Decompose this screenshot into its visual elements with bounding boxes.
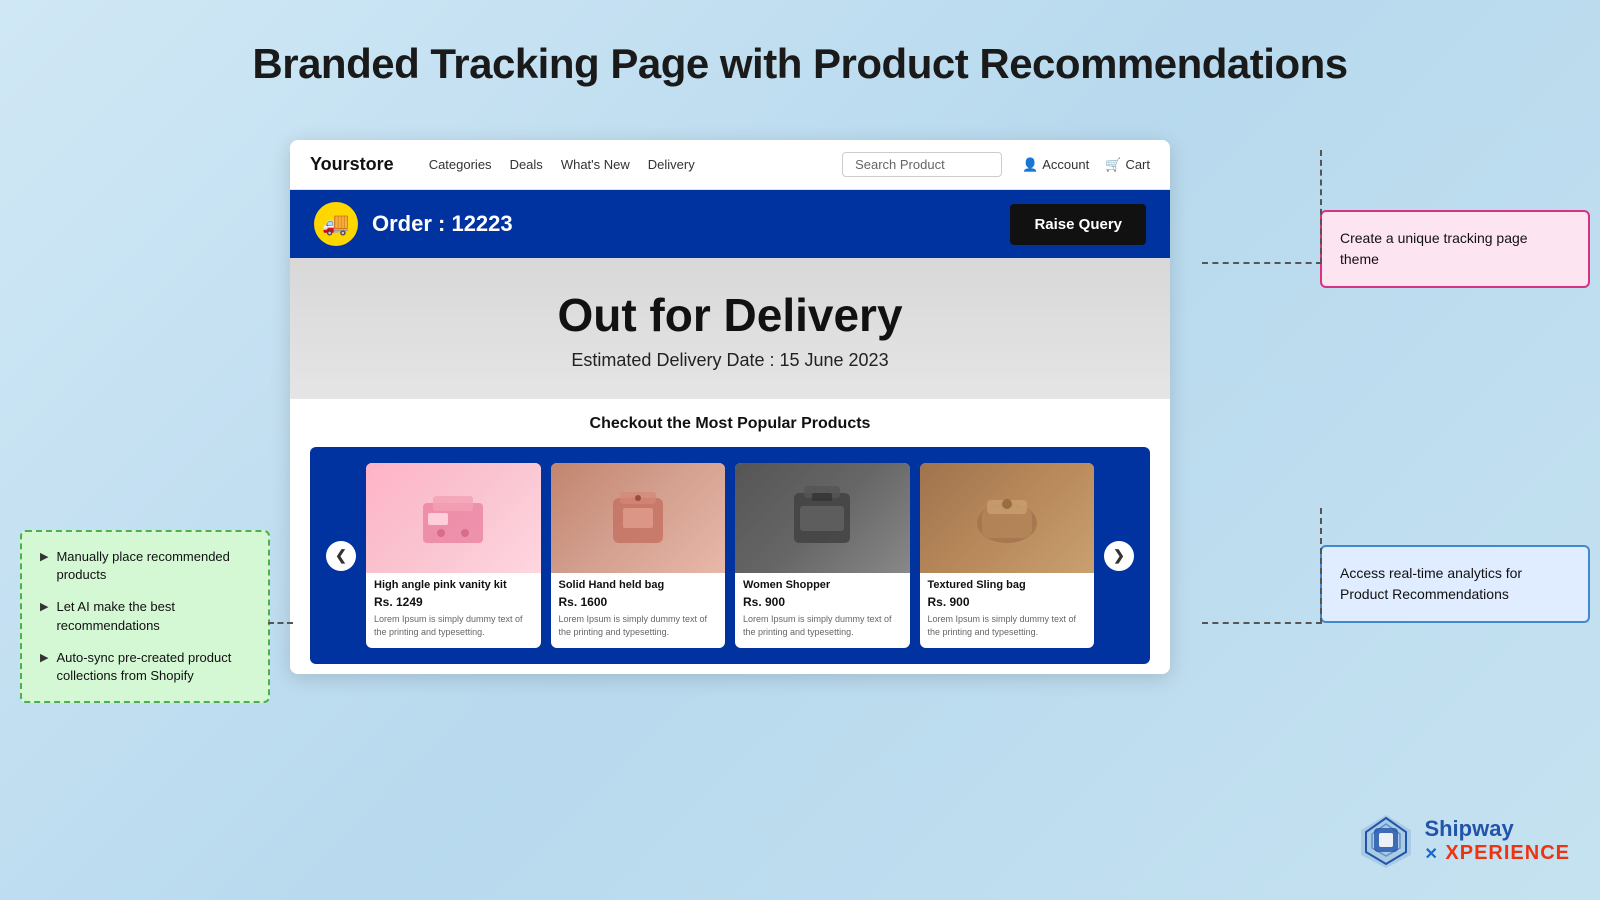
store-navbar: Yourstore Categories Deals What's New De… (290, 140, 1170, 190)
delivery-icon: 🚚 (314, 202, 358, 246)
shipway-icon (1356, 810, 1416, 870)
left-callout-item-1: ▶ Manually place recommended products (40, 548, 250, 584)
page-title: Branded Tracking Page with Product Recom… (0, 0, 1600, 108)
product-price-2: Rs. 1600 (551, 595, 726, 613)
right-bottom-callout-text: Access real-time analytics for Product R… (1340, 565, 1522, 602)
order-number: Order : 12223 (372, 211, 513, 237)
products-section: Checkout the Most Popular Products ❮ Hi (290, 399, 1170, 674)
products-section-title: Checkout the Most Popular Products (310, 415, 1150, 433)
order-banner: 🚚 Order : 12223 Raise Query (290, 190, 1170, 258)
nav-link-whats-new[interactable]: What's New (561, 157, 630, 172)
dashed-line-bottom-vertical (1320, 508, 1322, 624)
left-callout-item-2: ▶ Let AI make the best recommendations (40, 598, 250, 634)
dashed-line-top-vertical (1320, 150, 1322, 264)
product-name-4: Textured Sling bag (920, 573, 1095, 595)
dashed-line-top-horizontal (1202, 262, 1322, 264)
product-price-4: Rs. 900 (920, 595, 1095, 613)
product-desc-4: Lorem Ipsum is simply dummy text of the … (920, 613, 1095, 638)
left-callout-list: ▶ Manually place recommended products ▶ … (40, 548, 250, 685)
shipway-name: Shipway (1424, 816, 1570, 842)
left-callout-item-3: ▶ Auto-sync pre-created product collecti… (40, 649, 250, 685)
product-card[interactable]: Solid Hand held bag Rs. 1600 Lorem Ipsum… (551, 463, 726, 648)
dashed-line-left (268, 622, 293, 624)
carousel-next-button[interactable]: ❯ (1104, 541, 1134, 571)
product-image-4 (920, 463, 1095, 573)
product-image-1 (366, 463, 541, 573)
product-image-3 (735, 463, 910, 573)
store-mockup: Yourstore Categories Deals What's New De… (290, 140, 1170, 674)
delivery-heading: Out for Delivery (310, 288, 1150, 342)
bullet-icon-3: ▶ (40, 651, 48, 666)
nav-link-deals[interactable]: Deals (510, 157, 543, 172)
right-top-callout-box: Create a unique tracking page theme (1320, 210, 1590, 288)
shipway-text-group: Shipway ✕ XPERIENCE (1424, 816, 1570, 865)
nav-link-categories[interactable]: Categories (429, 157, 492, 172)
delivery-status-section: Out for Delivery Estimated Delivery Date… (290, 258, 1170, 399)
nav-actions: 👤 Account 🛒 Cart (1022, 157, 1150, 173)
product-card[interactable]: Textured Sling bag Rs. 900 Lorem Ipsum i… (920, 463, 1095, 648)
nav-links: Categories Deals What's New Delivery (429, 157, 822, 172)
carousel-prev-button[interactable]: ❮ (326, 541, 356, 571)
delivery-date: Estimated Delivery Date : 15 June 2023 (310, 350, 1150, 371)
store-logo: Yourstore (310, 154, 394, 175)
cart-link[interactable]: 🛒 Cart (1105, 157, 1150, 173)
right-top-callout-text: Create a unique tracking page theme (1340, 230, 1528, 267)
raise-query-button[interactable]: Raise Query (1010, 204, 1146, 245)
product-price-3: Rs. 900 (735, 595, 910, 613)
product-desc-1: Lorem Ipsum is simply dummy text of the … (366, 613, 541, 638)
product-image-2 (551, 463, 726, 573)
dashed-line-bottom-horizontal (1202, 622, 1322, 624)
product-card[interactable]: Women Shopper Rs. 900 Lorem Ipsum is sim… (735, 463, 910, 648)
product-price-1: Rs. 1249 (366, 595, 541, 613)
right-bottom-callout-box: Access real-time analytics for Product R… (1320, 545, 1590, 623)
nav-link-delivery[interactable]: Delivery (648, 157, 695, 172)
products-grid: High angle pink vanity kit Rs. 1249 Lore… (366, 463, 1094, 648)
left-callout-box: ▶ Manually place recommended products ▶ … (20, 530, 270, 703)
product-desc-3: Lorem Ipsum is simply dummy text of the … (735, 613, 910, 638)
shipway-logo: Shipway ✕ XPERIENCE (1356, 810, 1570, 870)
search-input[interactable]: Search Product (842, 152, 1002, 177)
product-name-2: Solid Hand held bag (551, 573, 726, 595)
bullet-icon-1: ▶ (40, 550, 48, 565)
shipway-xperience: ✕ XPERIENCE (1424, 842, 1570, 865)
product-name-3: Women Shopper (735, 573, 910, 595)
bullet-icon-2: ▶ (40, 600, 48, 615)
product-name-1: High angle pink vanity kit (366, 573, 541, 595)
product-card[interactable]: High angle pink vanity kit Rs. 1249 Lore… (366, 463, 541, 648)
account-link[interactable]: 👤 Account (1022, 157, 1089, 173)
product-desc-2: Lorem Ipsum is simply dummy text of the … (551, 613, 726, 638)
products-carousel: ❮ High angle pink vanity kit Rs. 1249 (310, 447, 1150, 664)
order-info: 🚚 Order : 12223 (314, 202, 513, 246)
